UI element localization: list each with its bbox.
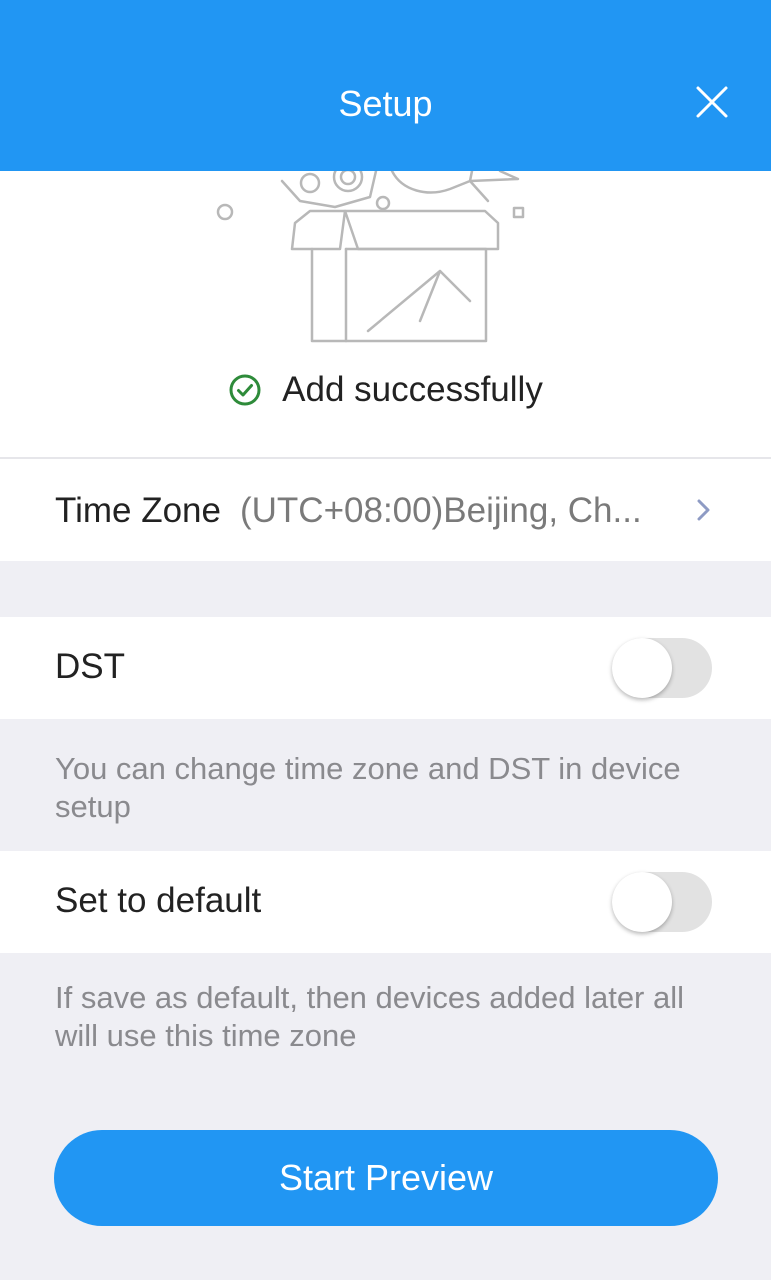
- toggle-knob: [612, 638, 672, 698]
- check-circle-icon: [228, 373, 262, 407]
- start-preview-button[interactable]: Start Preview: [54, 1130, 718, 1226]
- time-zone-value: (UTC+08:00)Beijing, Ch...: [240, 491, 642, 530]
- dst-label: DST: [55, 647, 125, 686]
- success-illustration: Add successfully: [0, 171, 771, 457]
- toggle-knob: [612, 872, 672, 932]
- setup-screen: Setup Add successfully Time Zone (UTC+08…: [0, 0, 771, 1280]
- header-bar: Setup: [0, 0, 771, 171]
- set-default-toggle[interactable]: [612, 872, 712, 932]
- page-title: Setup: [338, 83, 433, 124]
- success-text: Add successfully: [282, 370, 543, 409]
- close-button[interactable]: [688, 78, 736, 126]
- dst-note: You can change time zone and DST in devi…: [55, 751, 681, 824]
- time-zone-label: Time Zone: [55, 491, 221, 530]
- close-icon: [696, 86, 728, 118]
- time-zone-row[interactable]: Time Zone (UTC+08:00)Beijing, Ch...: [0, 459, 771, 561]
- set-default-label: Set to default: [55, 881, 262, 920]
- chevron-right-icon: [692, 496, 716, 524]
- set-default-row: Set to default: [0, 851, 771, 953]
- default-note: If save as default, then devices added l…: [55, 980, 685, 1053]
- dst-toggle[interactable]: [612, 638, 712, 698]
- device-box-illustration: [216, 171, 525, 343]
- success-message: Add successfully: [0, 366, 771, 414]
- dst-row: DST: [0, 617, 771, 719]
